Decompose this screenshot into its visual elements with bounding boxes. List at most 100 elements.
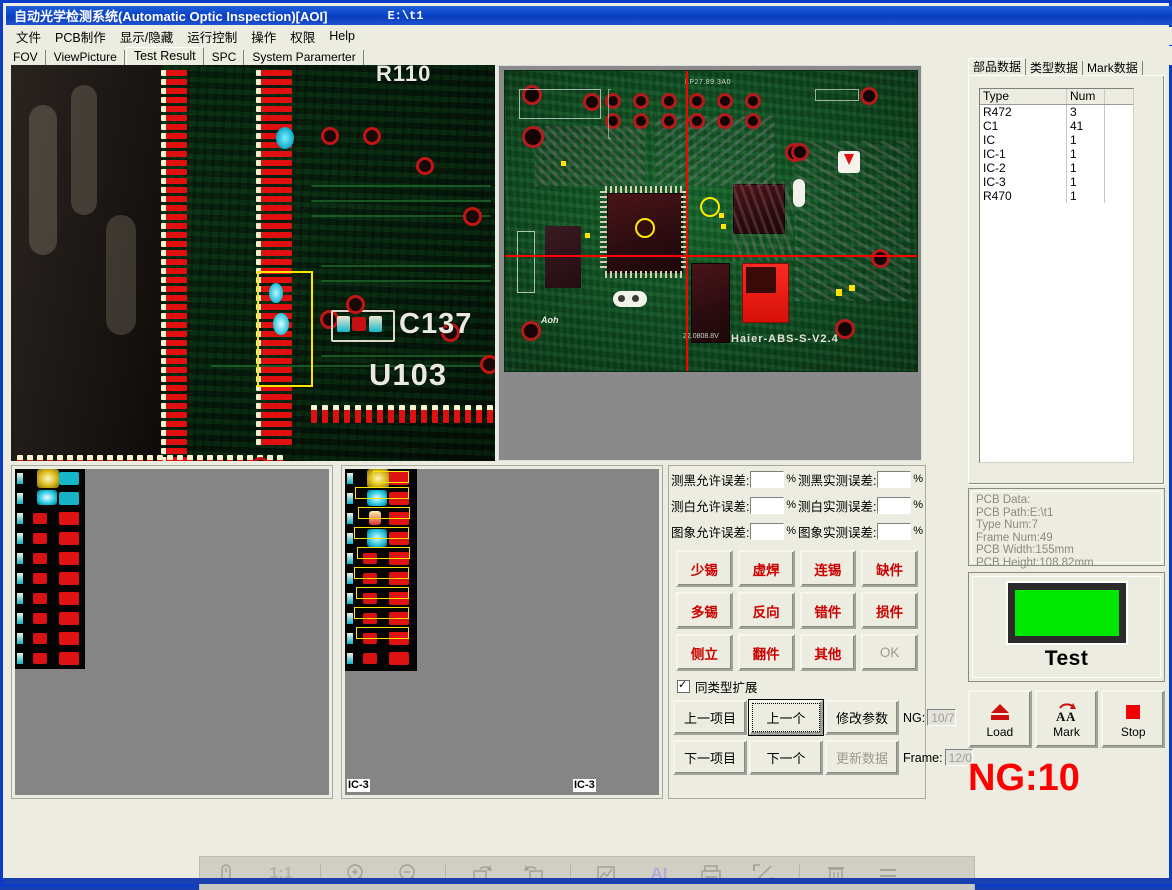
menu-item-show-hide[interactable]: 显示/隐藏 [113,27,180,46]
cell-num: 3 [1067,105,1105,119]
rotate-right-icon[interactable] [508,857,560,890]
menu-item-permission[interactable]: 权限 [283,27,322,46]
tab-test-result[interactable]: Test Result [126,47,204,66]
print-icon[interactable] [685,857,737,890]
input-image-allow[interactable] [750,523,784,540]
stop-button[interactable]: Stop [1101,690,1165,748]
defect-detail-pane-right[interactable]: IC-3 IC-3 [341,465,663,799]
silkscreen-code-top: LP27.89.3A0 [685,79,731,86]
rotate-left-icon[interactable] [456,857,508,890]
defect-button-reversed[interactable]: 反向 [738,592,795,629]
tab-fov[interactable]: FOV [6,50,46,65]
defect-button-flipped[interactable]: 翻件 [738,634,795,671]
table-row[interactable]: R470 1 [980,189,1133,203]
white-component-dot1 [618,295,625,302]
ai-icon[interactable]: AI [633,857,685,890]
defect-button-grid: 少锡 虚焊 连锡 缺件 多锡 反向 错件 损件 侧立 翻件 其他 OK [669,544,925,673]
input-white-actual[interactable] [877,497,911,514]
menu-icon[interactable] [862,857,914,890]
mark-button[interactable]: A A Mark [1035,690,1099,748]
pcb-overview-image[interactable]: Haier-ABS-S-V2.4 LP27.89.3A0 22.0808.8V … [498,65,922,461]
ic-label-right: IC-3 [573,779,596,792]
defect-marker-8[interactable] [849,285,855,291]
menu-item-help[interactable]: Help [322,29,362,43]
error-row-image: 图象允许误差: % 图象实测误差: % [669,518,925,544]
defect-button-ok: OK [861,634,918,671]
cell-extra [1105,175,1133,189]
cell-type: IC [980,133,1067,147]
defect-button-missing-part[interactable]: 缺件 [861,550,918,587]
label-white-actual: 测白实测误差: [798,496,876,515]
defect-button-damaged-part[interactable]: 损件 [861,592,918,629]
input-black-allow[interactable] [750,471,784,488]
tab-viewpicture[interactable]: ViewPicture [47,50,125,65]
image-viewer-toolbar[interactable]: 1:1 AI [199,856,975,890]
checkbox-icon[interactable] [677,680,690,693]
cell-extra [1105,189,1133,203]
pcb-info-line: PCB Path:E:\t1 [976,507,1157,520]
silk-outline-1 [519,89,601,119]
defect-button-excess-solder[interactable]: 多锡 [676,592,733,629]
defect-button-cold-solder[interactable]: 虚焊 [738,550,795,587]
cursor-icon[interactable] [200,857,252,890]
modify-params-button[interactable]: 修改参数 [825,700,899,735]
input-image-actual[interactable] [877,523,911,540]
menu-item-run-control[interactable]: 运行控制 [180,27,244,46]
mark-button-label: Mark [1053,725,1080,739]
part-data-table[interactable]: Type Num R472 3 C1 41 IC 1 [979,88,1134,463]
defect-marker-4[interactable] [561,161,566,166]
defect-marker-3[interactable] [585,233,590,238]
defect-marker-1[interactable] [635,218,655,238]
defect-marker-6[interactable] [721,224,726,229]
silkscreen-u103: U103 [369,357,447,393]
pin-strip-left [15,469,85,669]
cell-type: IC-2 [980,161,1067,175]
zoom-in-icon[interactable] [331,857,383,890]
menu-item-pcb-make[interactable]: PCB制作 [48,27,113,46]
tab-spc[interactable]: SPC [205,50,245,65]
defect-button-wrong-part[interactable]: 错件 [800,592,857,629]
defect-marker-5[interactable] [719,213,724,218]
menu-item-file[interactable]: 文件 [6,27,48,46]
input-white-allow[interactable] [750,497,784,514]
right-tab-type-data[interactable]: 类型数据 [1026,61,1083,76]
table-row[interactable]: C1 41 [980,119,1133,133]
table-row[interactable]: IC-1 1 [980,147,1133,161]
input-black-actual[interactable] [877,471,911,488]
defect-button-other[interactable]: 其他 [800,634,857,671]
chip-secondary-1 [545,226,581,288]
ng-counter: NG:10 [968,758,1165,798]
next-item-button[interactable]: 下一项目 [673,740,747,775]
delete-icon[interactable] [810,857,862,890]
prev-one-button[interactable]: 上一个 [749,700,823,735]
fullscreen-icon[interactable] [737,857,789,890]
zoom-out-icon[interactable] [383,857,435,890]
load-button[interactable]: Load [968,690,1032,748]
table-row[interactable]: IC-3 1 [980,175,1133,189]
inspect-box-8 [354,607,409,619]
annotate-icon[interactable] [581,857,633,890]
prev-item-button[interactable]: 上一项目 [673,700,747,735]
menu-item-operation[interactable]: 操作 [244,27,283,46]
one-to-one-zoom-button[interactable]: 1:1 [252,857,310,890]
table-row[interactable]: IC 1 [980,133,1133,147]
table-row[interactable]: R472 3 [980,105,1133,119]
defect-marker-7[interactable] [836,289,842,296]
same-type-expand-checkbox-row[interactable]: 同类型扩展 [669,673,925,698]
table-row[interactable]: IC-2 1 [980,161,1133,175]
defect-marker-2[interactable] [700,197,720,217]
tab-system-paramerter[interactable]: System Paramerter [245,50,363,65]
pcb-info-line: PCB Width:155mm [976,544,1157,557]
right-tab-mark-data[interactable]: Mark数据 [1083,61,1143,76]
ng-label: NG: [903,711,925,725]
inspect-box-3 [358,507,410,519]
unit-white-allow: % [786,499,796,511]
defect-button-insufficient-solder[interactable]: 少锡 [676,550,733,587]
main-inspection-image[interactable]: C137 U103 R110 [11,65,495,461]
next-one-button[interactable]: 下一个 [749,740,823,775]
defect-button-solder-bridge[interactable]: 连锡 [800,550,857,587]
cell-num: 1 [1067,175,1105,189]
defect-detail-pane-left[interactable] [11,465,333,799]
roi-selection-box[interactable] [257,271,313,387]
defect-button-tombstone[interactable]: 侧立 [676,634,733,671]
